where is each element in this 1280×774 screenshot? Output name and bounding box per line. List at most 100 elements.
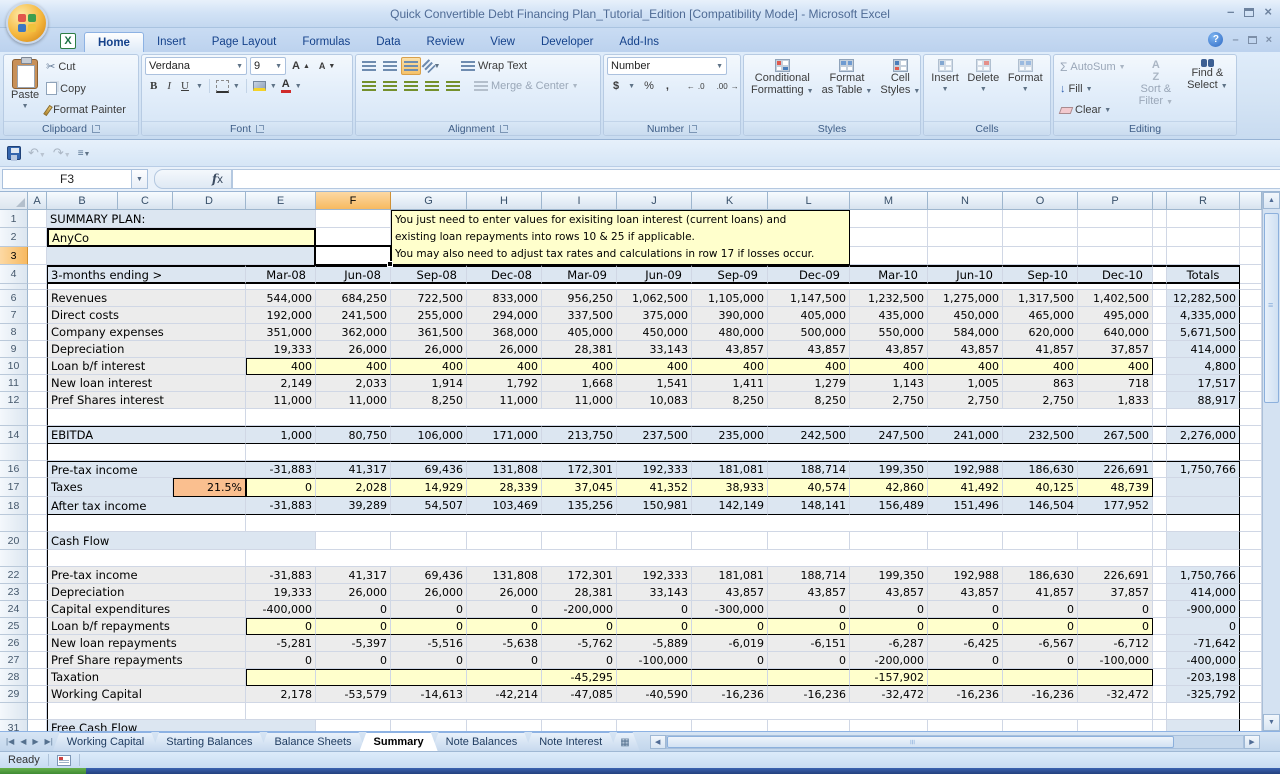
cell[interactable] [1167,247,1240,265]
cell[interactable] [1240,635,1262,652]
cell[interactable] [850,532,928,550]
cell[interactable]: -45,295 [542,669,617,686]
cell[interactable]: 42,860 [850,478,928,497]
ribbon-tab-add-ins[interactable]: Add-Ins [606,32,672,52]
orientation-button[interactable]: ▼ [422,57,442,75]
cell[interactable]: 400 [316,358,391,375]
column-header[interactable]: N [928,192,1003,210]
row-label[interactable]: Capital expenditures [47,601,246,618]
cell[interactable] [850,210,928,228]
totals-header-cell[interactable]: Totals [1167,265,1240,284]
conditional-formatting-button[interactable]: ConditionalFormatting ▼ [747,57,818,119]
cell[interactable]: 400 [928,358,1003,375]
cell[interactable] [1153,618,1167,635]
font-size-select[interactable]: 9▼ [250,57,286,75]
cell[interactable] [28,652,47,669]
cell[interactable] [246,669,316,686]
cell[interactable] [1240,375,1262,392]
cell[interactable]: -32,472 [1078,686,1153,703]
cell[interactable] [1153,550,1167,567]
cell[interactable]: -6,712 [1078,635,1153,652]
cell[interactable]: 1,833 [1078,392,1153,409]
cell[interactable] [246,444,1153,461]
row-label[interactable]: Direct costs [47,307,246,324]
cell[interactable] [28,265,47,284]
cell[interactable] [1153,515,1167,532]
cell[interactable] [1078,720,1153,731]
clipboard-dialog-launcher-icon[interactable] [92,125,100,133]
cell[interactable]: 1,005 [928,375,1003,392]
cell[interactable] [1153,307,1167,324]
cell[interactable] [1167,703,1240,720]
row-header[interactable]: 7 [0,307,28,324]
name-box[interactable]: F3 [2,169,132,189]
cell[interactable]: -6,151 [768,635,850,652]
cell[interactable] [1240,341,1262,358]
cell[interactable]: 2,750 [1003,392,1078,409]
cell[interactable]: 956,250 [542,290,617,307]
toolbar-customize-icon[interactable]: ≡▼ [78,148,91,159]
cell[interactable]: 722,500 [391,290,467,307]
cell[interactable]: 237,500 [617,426,692,444]
cell[interactable]: 192,000 [246,307,316,324]
bottom-align-button[interactable] [401,57,421,75]
cell[interactable] [1153,461,1167,478]
cell[interactable] [1153,703,1167,720]
workbook-restore-icon[interactable] [1248,36,1257,44]
total-cell[interactable]: 0 [1167,618,1240,635]
cell[interactable]: 640,000 [1078,324,1153,341]
row-header[interactable] [0,515,28,532]
column-header[interactable]: K [692,192,768,210]
row-header[interactable]: 28 [0,669,28,686]
vertical-scrollbar[interactable]: ▲ ▼ [1262,192,1280,731]
cell[interactable] [28,567,47,584]
cell[interactable]: 550,000 [850,324,928,341]
cell[interactable]: 0 [246,618,316,635]
cell[interactable] [1003,720,1078,731]
cell[interactable]: 0 [928,652,1003,669]
cell[interactable]: 37,857 [1078,341,1153,358]
cell[interactable] [1240,290,1262,307]
cell[interactable]: 226,691 [1078,567,1153,584]
row-label[interactable]: Revenues [47,290,246,307]
cell[interactable]: 192,988 [928,461,1003,478]
help-icon[interactable]: ? [1208,32,1223,47]
row-header[interactable]: 16 [0,461,28,478]
cell[interactable] [316,532,391,550]
cell[interactable]: 400 [391,358,467,375]
cell[interactable] [1153,601,1167,618]
cell[interactable]: 0 [246,478,316,497]
cell[interactable]: 26,000 [316,584,391,601]
cell[interactable] [928,210,1003,228]
cell[interactable]: 0 [391,618,467,635]
cell[interactable]: 192,988 [928,567,1003,584]
cell[interactable] [47,247,316,265]
cell[interactable]: 500,000 [768,324,850,341]
row-label[interactable]: EBITDA [47,426,246,444]
cell[interactable]: -40,590 [617,686,692,703]
cell[interactable]: -42,214 [467,686,542,703]
cell[interactable] [850,228,928,247]
cell[interactable]: 199,350 [850,567,928,584]
cell[interactable] [1153,409,1167,426]
autosum-button[interactable]: ΣAutoSum▼ [1057,59,1129,75]
total-cell[interactable]: -71,642 [1167,635,1240,652]
cell[interactable] [1240,392,1262,409]
cell[interactable]: 69,436 [391,461,467,478]
cell[interactable]: 37,045 [542,478,617,497]
cell[interactable] [28,444,47,461]
cell[interactable]: 43,857 [768,584,850,601]
percent-format-button[interactable]: % [641,79,657,93]
cell[interactable] [1153,497,1167,515]
cell[interactable]: 0 [1003,618,1078,635]
formula-input[interactable] [232,169,1280,189]
ribbon-tab-home[interactable]: Home [84,32,144,52]
row-header[interactable]: 10 [0,358,28,375]
cell[interactable] [28,584,47,601]
cell[interactable] [850,720,928,731]
cell[interactable] [1078,228,1153,247]
cell[interactable]: 400 [246,358,316,375]
ribbon-tab-insert[interactable]: Insert [144,32,199,52]
total-cell[interactable]: 4,800 [1167,358,1240,375]
cell[interactable]: 351,000 [246,324,316,341]
